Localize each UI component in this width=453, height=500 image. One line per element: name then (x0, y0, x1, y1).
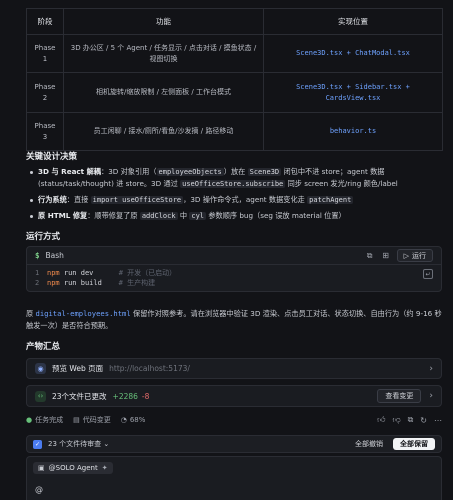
table-header-feature: 功能 (63, 8, 264, 35)
code-icon: ‹› (35, 390, 46, 402)
code-line: 2 npm run build # 生产构建 (35, 279, 156, 287)
chat-input[interactable]: @ (35, 485, 43, 494)
keep-all-button[interactable]: 全部保留 (393, 438, 435, 450)
progress-ring-icon: ◔ (120, 416, 127, 424)
review-bar: ✓ 23 个文件待审查 ⌄ 全部撤销 全部保留 (26, 435, 442, 453)
copy-icon[interactable]: ⧉ (365, 251, 375, 261)
chat-composer[interactable]: ▣ @SOLO Agent ✦ @ (26, 456, 442, 500)
table-header-row: 阶段 功能 实现位置 (26, 8, 443, 35)
artifacts-heading: 产物汇总 (26, 342, 61, 352)
file-link[interactable]: digital-employees.html (36, 309, 131, 318)
terminal-icon: $ (35, 251, 40, 260)
preview-label: 预览 Web 页面 (52, 364, 104, 373)
run-button[interactable]: ▷ 运行 (396, 249, 433, 262)
chevron-right-icon: › (429, 391, 433, 401)
more-icon[interactable]: ⋯ (434, 416, 442, 425)
table-cell-feature: 相机旋转/缩放限制 / 左侧面板 / 工作台模式 (63, 72, 264, 113)
table-row: Phase 2 相机旋转/缩放限制 / 左侧面板 / 工作台模式 Scene3D… (26, 72, 443, 113)
files-changed-card[interactable]: ‹› 23个文件已更改 +2286 -8 查看变更 › (26, 385, 442, 407)
table-row: Phase 1 3D 办公区 / 5 个 Agent / 任务显示 / 点击对话… (26, 34, 443, 73)
insert-icon[interactable]: ⊞ (381, 251, 391, 261)
phase-table: 阶段 功能 实现位置 Phase 1 3D 办公区 / 5 个 Agent / … (26, 8, 443, 151)
table-cell-phase: Phase 2 (26, 72, 64, 113)
lines-removed: -8 (141, 391, 150, 401)
play-icon: ▷ (403, 251, 409, 260)
design-heading: 关键设计决策 (26, 152, 78, 162)
wrap-lines-icon[interactable]: ↵ (423, 269, 433, 279)
note-paragraph: 原 digital-employees.html 保留作对照参考。请在浏览器中验… (26, 309, 442, 330)
select-all-checkbox[interactable]: ✓ (33, 439, 42, 449)
list-item: 行为系统：直接 import useOfficeStore ，3D 操作命令式，a… (26, 194, 442, 206)
code-block: $ Bash ⧉ ⊞ ▷ 运行 1 npm run dev # 开发（已启动） 2n… (26, 246, 442, 292)
status-row: ● 任务完成 ▤ 代码变更 ◔ 68% 👍︎ 👎︎ ⧉ ↻ ⋯ (26, 413, 442, 427)
table-cell-location[interactable]: Scene3D.tsx + ChatModal.tsx (263, 34, 443, 73)
table-row: Phase 3 员工闲聊 / 接水/厕所/看鱼/沙发摘 / 路径移动 behav… (26, 112, 443, 151)
thumbs-down-icon[interactable]: 👎︎ (392, 415, 400, 425)
table-cell-phase: Phase 3 (26, 112, 64, 151)
code-lines: 1 npm run dev # 开发（已启动） 2 npm run build # … (27, 265, 441, 291)
refresh-icon[interactable]: ↻ (420, 416, 427, 425)
thumbs-up-icon[interactable]: 👍︎ (377, 415, 385, 425)
file-diff-icon: ▤ (73, 416, 80, 424)
chevron-right-icon: › (429, 363, 433, 374)
code-line: 1 npm run dev # 开发（已启动） (35, 269, 177, 277)
task-done-label: 任务完成 (35, 416, 64, 424)
table-cell-feature: 3D 办公区 / 5 个 Agent / 任务显示 / 点击对话 / 摸鱼状态 … (63, 34, 264, 73)
code-changes-label: 代码变更 (82, 416, 111, 424)
table-header-location: 实现位置 (263, 8, 443, 35)
design-list: 3D 与 React 解耦：3D 对象引用（ employeeObjects ）放在… (26, 166, 442, 226)
agent-tag[interactable]: ▣ @SOLO Agent ✦ (33, 462, 113, 474)
table-cell-phase: Phase 1 (26, 34, 64, 73)
reject-all-button[interactable]: 全部撤销 (355, 439, 383, 449)
globe-icon: ◉ (35, 363, 46, 374)
list-item: 3D 与 React 解耦：3D 对象引用（ employeeObjects ）放在… (26, 166, 442, 190)
copy-icon[interactable]: ⧉ (408, 415, 414, 425)
table-cell-location[interactable]: Scene3D.tsx + Sidebar.tsx + CardsView.ts… (263, 72, 443, 113)
list-item: 原 HTML 修复：顺带修复了原 addClock 中 cyl 参数顺序 bug… (26, 210, 442, 222)
preview-card[interactable]: ◉ 预览 Web 页面 http://localhost:5173/ › (26, 358, 442, 379)
run-heading: 运行方式 (26, 232, 61, 242)
preview-url[interactable]: http://localhost:5173/ (109, 364, 190, 373)
check-circle-icon: ● (26, 416, 33, 424)
agent-avatar-icon: ▣ (38, 464, 45, 472)
code-block-header: $ Bash ⧉ ⊞ ▷ 运行 (27, 247, 441, 265)
sparkle-icon: ✦ (101, 464, 108, 472)
chevron-down-icon: ⌄ (103, 440, 110, 448)
table-header-phase: 阶段 (26, 8, 64, 35)
agent-name: @SOLO Agent (48, 464, 98, 472)
progress-label: 68% (129, 416, 146, 424)
view-changes-button[interactable]: 查看变更 (377, 389, 422, 403)
table-cell-feature: 员工闲聊 / 接水/厕所/看鱼/沙发摘 / 路径移动 (63, 112, 264, 151)
files-changed-label: 23个文件已更改 (52, 391, 107, 401)
code-language: Bash (45, 251, 64, 260)
pending-files-dropdown[interactable]: 23 个文件待审查 ⌄ (48, 439, 109, 449)
table-cell-location[interactable]: behavior.ts (263, 112, 443, 151)
lines-added: +2286 (112, 391, 138, 401)
